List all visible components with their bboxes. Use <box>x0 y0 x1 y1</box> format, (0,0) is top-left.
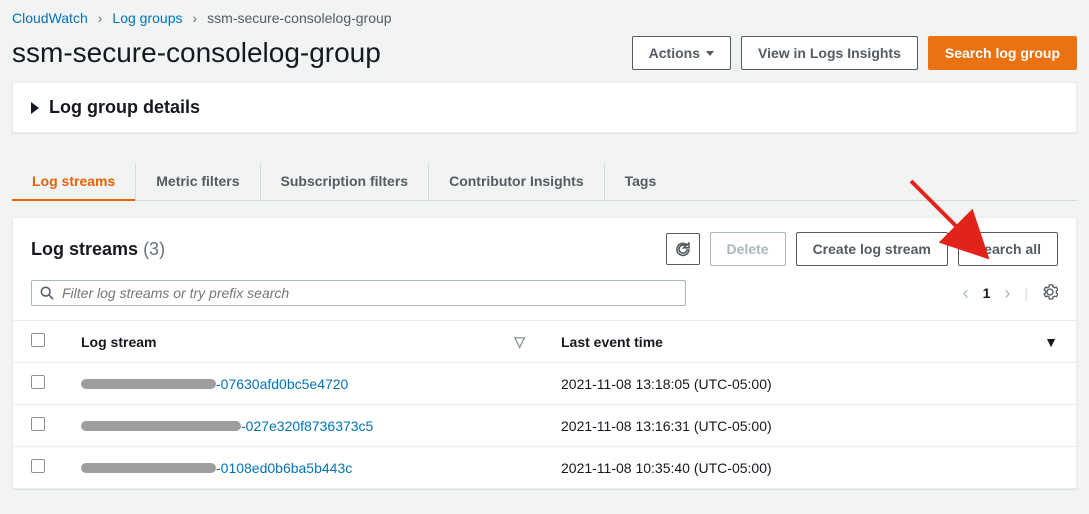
streams-count: (3) <box>143 239 165 259</box>
crumb-cloudwatch[interactable]: CloudWatch <box>12 10 88 26</box>
tab-metric-filters[interactable]: Metric filters <box>135 163 259 200</box>
prev-page-icon[interactable]: ‹ <box>963 283 969 304</box>
search-input[interactable] <box>62 285 677 301</box>
next-page-icon[interactable]: › <box>1004 283 1010 304</box>
search-all-button[interactable]: Search all <box>958 232 1058 266</box>
header-actions: Actions View in Logs Insights Search log… <box>632 36 1077 70</box>
tabs: Log streams Metric filters Subscription … <box>12 163 1077 201</box>
log-group-details-panel[interactable]: Log group details <box>12 82 1077 133</box>
page-title: ssm-secure-consolelog-group <box>12 37 381 69</box>
search-box[interactable] <box>31 280 686 306</box>
actions-button[interactable]: Actions <box>632 36 731 70</box>
delete-button: Delete <box>710 232 786 266</box>
last-event-time: 2021-11-08 10:35:40 (UTC-05:00) <box>543 447 1076 489</box>
chevron-right-icon: › <box>192 10 197 26</box>
tab-contributor-insights[interactable]: Contributor Insights <box>428 163 604 200</box>
tab-subscription-filters[interactable]: Subscription filters <box>260 163 429 200</box>
sort-desc-icon: ▼ <box>1044 334 1058 350</box>
col-log-stream[interactable]: Log stream ▽ <box>63 321 543 363</box>
create-log-stream-button[interactable]: Create log stream <box>796 232 948 266</box>
row-checkbox[interactable] <box>31 417 45 431</box>
log-stream-link[interactable]: -0108ed0b6ba5b443c <box>216 460 352 476</box>
page-number: 1 <box>983 285 991 301</box>
select-all-checkbox[interactable] <box>31 333 45 347</box>
row-checkbox[interactable] <box>31 459 45 473</box>
chevron-right-icon: › <box>98 10 103 26</box>
log-stream-link[interactable]: -027e320f8736373c5 <box>241 418 373 434</box>
tab-log-streams[interactable]: Log streams <box>12 163 135 201</box>
streams-title-text: Log streams <box>31 239 138 259</box>
view-insights-button[interactable]: View in Logs Insights <box>741 36 918 70</box>
redacted-prefix <box>81 421 241 431</box>
refresh-icon <box>675 241 691 257</box>
settings-gear-icon[interactable] <box>1042 284 1058 303</box>
pagination: ‹ 1 › | <box>963 283 1058 304</box>
actions-label: Actions <box>649 43 700 63</box>
page-header: ssm-secure-consolelog-group Actions View… <box>0 36 1089 82</box>
table-row: -027e320f8736373c5 2021-11-08 13:16:31 (U… <box>13 405 1076 447</box>
col-last-event-time[interactable]: Last event time ▼ <box>543 321 1076 363</box>
log-streams-card: Log streams (3) Delete Create log stream… <box>12 217 1077 489</box>
details-title: Log group details <box>49 97 200 118</box>
refresh-button[interactable] <box>666 233 700 265</box>
redacted-prefix <box>81 463 216 473</box>
log-stream-link[interactable]: -07630afd0bc5e4720 <box>216 376 348 392</box>
crumb-log-groups[interactable]: Log groups <box>112 10 182 26</box>
row-checkbox[interactable] <box>31 375 45 389</box>
table-row: -0108ed0b6ba5b443c 2021-11-08 10:35:40 (U… <box>13 447 1076 489</box>
streams-title: Log streams (3) <box>31 239 165 260</box>
table-row: -07630afd0bc5e4720 2021-11-08 13:18:05 (U… <box>13 363 1076 405</box>
streams-table: Log stream ▽ Last event time ▼ -07630afd… <box>13 320 1076 488</box>
redacted-prefix <box>81 379 216 389</box>
search-icon <box>40 286 54 300</box>
caret-down-icon <box>706 51 714 56</box>
expand-triangle-icon <box>31 102 39 114</box>
search-log-group-button[interactable]: Search log group <box>928 36 1077 70</box>
crumb-current: ssm-secure-consolelog-group <box>207 10 391 26</box>
sort-icon: ▽ <box>514 333 525 350</box>
tab-tags[interactable]: Tags <box>604 163 677 200</box>
breadcrumb: CloudWatch › Log groups › ssm-secure-con… <box>0 0 1089 36</box>
last-event-time: 2021-11-08 13:16:31 (UTC-05:00) <box>543 405 1076 447</box>
last-event-time: 2021-11-08 13:18:05 (UTC-05:00) <box>543 363 1076 405</box>
